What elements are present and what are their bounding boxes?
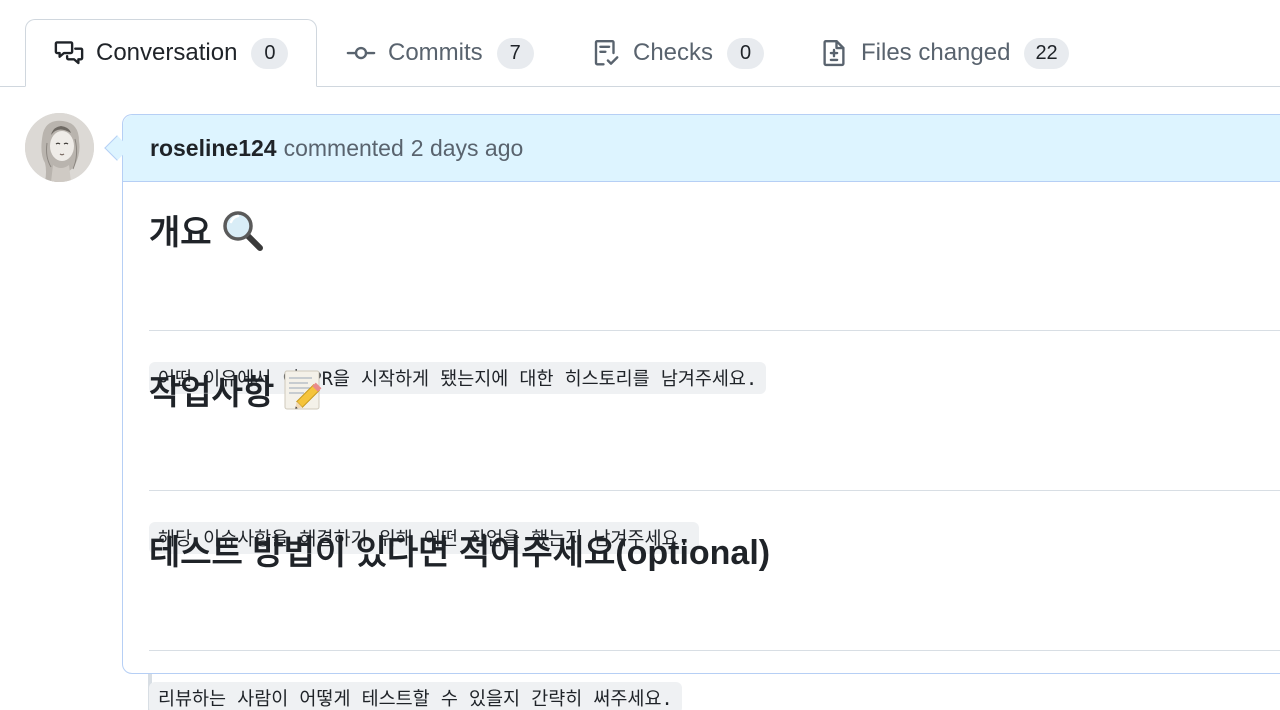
comment-discussion-icon <box>54 38 84 68</box>
tab-commits[interactable]: Commits 7 <box>346 19 534 87</box>
pr-tab-nav: Conversation 0 Commits 7 Checks 0 Files … <box>0 0 1280 87</box>
tab-files-changed-label: Files changed <box>861 39 1011 66</box>
tab-conversation-label: Conversation <box>96 39 238 66</box>
tab-files-changed[interactable]: Files changed 22 <box>819 19 1069 87</box>
tab-checks-count: 0 <box>727 37 765 69</box>
comment-author[interactable]: roseline124 <box>150 135 277 162</box>
section-heading-text: 테스트 방법이 있다면 적어주세요(optional) <box>149 534 771 572</box>
tab-conversation-count: 0 <box>251 37 289 69</box>
comment-action: commented <box>283 134 404 161</box>
tab-commits-label: Commits <box>388 39 483 66</box>
git-commit-icon <box>346 38 376 68</box>
tab-files-changed-count: 22 <box>1024 37 1069 69</box>
tab-checks[interactable]: Checks 0 <box>591 19 765 87</box>
tab-commits-count: 7 <box>496 37 534 69</box>
file-diff-icon <box>819 38 849 68</box>
tab-checks-label: Checks <box>633 39 714 66</box>
section-divider <box>149 490 1280 491</box>
comment-timestamp[interactable]: 2 days ago <box>411 135 524 162</box>
comment-header: roseline124 commented 2 days ago <box>123 115 1280 182</box>
section-code-text: 리뷰하는 사람이 어떻게 테스트할 수 있을지 간략히 써주세요. <box>149 682 682 710</box>
section-divider <box>149 330 1280 331</box>
section-heading-text: 개요 <box>149 214 212 252</box>
pull-request-page: Conversation 0 Commits 7 Checks 0 Files … <box>0 0 1280 710</box>
checklist-icon <box>591 38 621 68</box>
section-heading-work: 작업사항 <box>149 365 1280 414</box>
comment-card: roseline124 commented 2 days ago 개요 어떤 이… <box>122 114 1280 710</box>
magnifying-glass-icon <box>220 208 264 252</box>
avatar[interactable] <box>25 113 94 182</box>
section-divider <box>149 650 1280 651</box>
memo-icon <box>282 368 326 412</box>
section-heading-overview: 개요 <box>149 205 1280 254</box>
section-heading-text: 작업사항 <box>149 374 275 412</box>
tab-conversation[interactable]: Conversation 0 <box>25 19 317 87</box>
section-heading-testing: 테스트 방법이 있다면 적어주세요(optional) <box>149 525 1280 574</box>
